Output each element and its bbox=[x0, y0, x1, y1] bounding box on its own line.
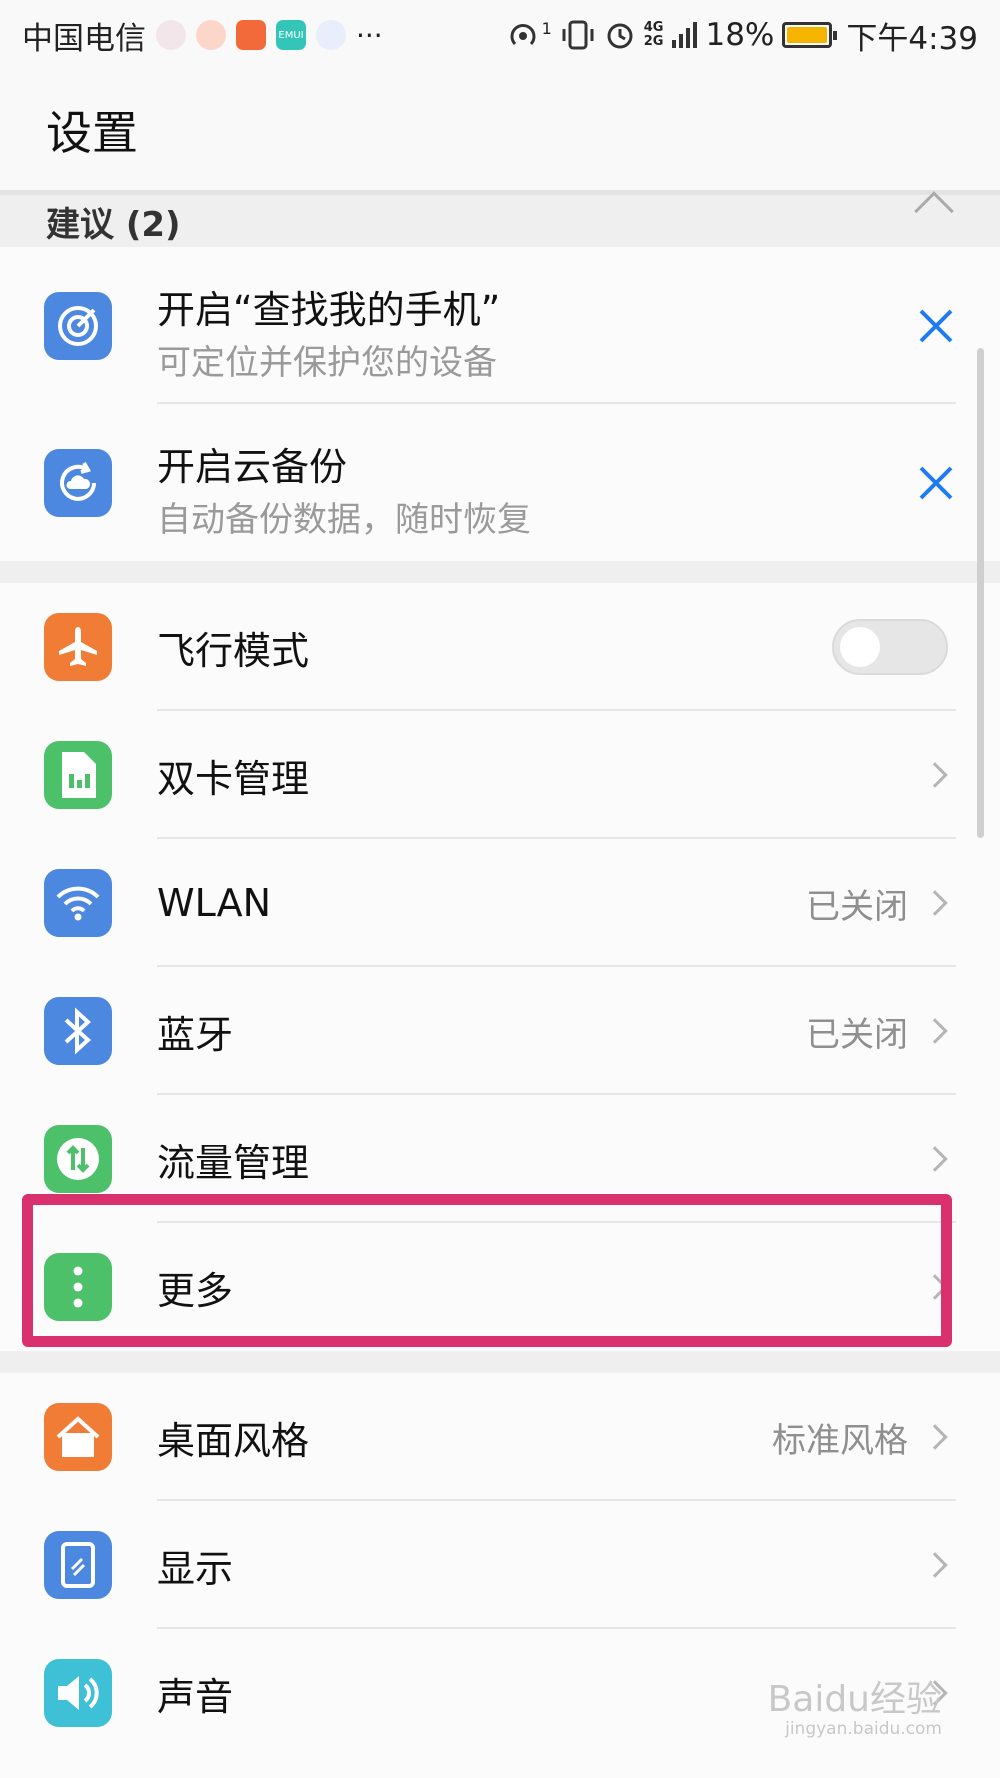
sim-card-icon bbox=[44, 741, 112, 809]
chevron-right-icon bbox=[922, 762, 948, 788]
suggestion-find-phone[interactable]: 开启“查找我的手机” 可定位并保护您的设备 bbox=[0, 247, 1000, 404]
suggestion-title: 开启云备份 bbox=[157, 445, 348, 489]
settings-item-home-style[interactable]: 桌面风格 标准风格 bbox=[0, 1373, 1000, 1501]
home-icon bbox=[44, 1403, 112, 1471]
highlight-annotation bbox=[22, 1194, 952, 1347]
page-title: 设置 bbox=[46, 106, 138, 160]
chevron-right-icon bbox=[922, 890, 948, 916]
setting-label: 显示 bbox=[157, 1546, 234, 1591]
battery-icon bbox=[782, 22, 838, 48]
signal-icon bbox=[672, 22, 698, 48]
dismiss-close-icon[interactable] bbox=[916, 463, 956, 503]
settings-item-wlan[interactable]: WLAN 已关闭 bbox=[0, 839, 1000, 967]
settings-item-dual-sim[interactable]: 双卡管理 bbox=[0, 711, 1000, 839]
setting-label: 流量管理 bbox=[157, 1140, 310, 1185]
notification-app-icon bbox=[196, 20, 226, 50]
chevron-right-icon bbox=[922, 1146, 948, 1172]
settings-item-display[interactable]: 显示 bbox=[0, 1501, 1000, 1629]
notification-app-icon bbox=[156, 20, 186, 50]
baidu-app-icon bbox=[316, 20, 346, 50]
dismiss-close-icon[interactable] bbox=[916, 306, 956, 346]
cloud-backup-icon bbox=[44, 448, 112, 517]
setting-label: 声音 bbox=[157, 1674, 234, 1719]
speaker-icon bbox=[44, 1659, 112, 1727]
setting-value: 标准风格 bbox=[772, 1420, 908, 1461]
section-gap bbox=[0, 561, 1000, 583]
hotspot-icon bbox=[510, 24, 536, 46]
watermark-url: jingyan.baidu.com bbox=[785, 1718, 942, 1739]
chevron-right-icon bbox=[922, 1552, 948, 1578]
baidu-watermark: Baidu经验 jingyan.baidu.com bbox=[768, 1680, 942, 1738]
settings-item-bluetooth[interactable]: 蓝牙 已关闭 bbox=[0, 967, 1000, 1095]
setting-label: 双卡管理 bbox=[157, 756, 310, 801]
setting-label: 桌面风格 bbox=[157, 1418, 310, 1463]
chevron-right-icon bbox=[922, 1424, 948, 1450]
emui-app-icon: EMUI bbox=[276, 20, 306, 50]
watermark-text: Baidu经验 bbox=[767, 1679, 942, 1720]
scrollbar[interactable] bbox=[977, 348, 984, 838]
more-notifications-icon: ··· bbox=[356, 18, 383, 52]
suggestion-cloud-backup[interactable]: 开启云备份 自动备份数据，随时恢复 bbox=[0, 404, 1000, 561]
battery-percent: 18% bbox=[705, 17, 775, 53]
display-icon bbox=[44, 1531, 112, 1599]
network-type: 4G 2G bbox=[643, 20, 664, 49]
setting-label: 蓝牙 bbox=[157, 1012, 234, 1057]
hotspot-count: 1 bbox=[541, 18, 552, 38]
suggestions-title: 建议 (2) bbox=[46, 204, 181, 245]
alarm-icon bbox=[607, 23, 633, 49]
find-phone-icon bbox=[44, 291, 112, 360]
section-gap bbox=[0, 1351, 1000, 1373]
status-bar: 中国电信 EMUI ··· 1 4G 2G 18% 下午4:39 bbox=[0, 0, 1000, 70]
suggestion-title: 开启“查找我的手机” bbox=[157, 288, 501, 332]
clock: 下午4:39 bbox=[846, 20, 978, 57]
carrier-label: 中国电信 bbox=[22, 20, 146, 57]
collapse-chevron-icon[interactable] bbox=[914, 191, 954, 231]
suggestion-subtitle: 自动备份数据，随时恢复 bbox=[157, 500, 531, 540]
data-usage-icon bbox=[44, 1125, 112, 1193]
airplane-icon bbox=[44, 613, 112, 681]
suggestions-header[interactable]: 建议 (2) bbox=[0, 191, 1000, 247]
setting-value: 已关闭 bbox=[806, 886, 908, 927]
setting-value: 已关闭 bbox=[806, 1014, 908, 1055]
bluetooth-icon bbox=[44, 997, 112, 1065]
settings-item-airplane-mode[interactable]: 飞行模式 bbox=[0, 583, 1000, 711]
chevron-right-icon bbox=[922, 1018, 948, 1044]
vibrate-icon bbox=[562, 20, 594, 50]
setting-label: WLAN bbox=[157, 881, 272, 925]
page-title-bar: 设置 bbox=[0, 70, 1000, 195]
suggestion-subtitle: 可定位并保护您的设备 bbox=[157, 343, 497, 383]
wifi-icon bbox=[44, 869, 112, 937]
suggestions-section: 开启“查找我的手机” 可定位并保护您的设备 开启云备份 自动备份数据，随时恢复 bbox=[0, 247, 1000, 561]
airplane-mode-toggle[interactable] bbox=[832, 619, 948, 675]
video-app-icon bbox=[236, 20, 266, 50]
setting-label: 飞行模式 bbox=[157, 628, 310, 673]
